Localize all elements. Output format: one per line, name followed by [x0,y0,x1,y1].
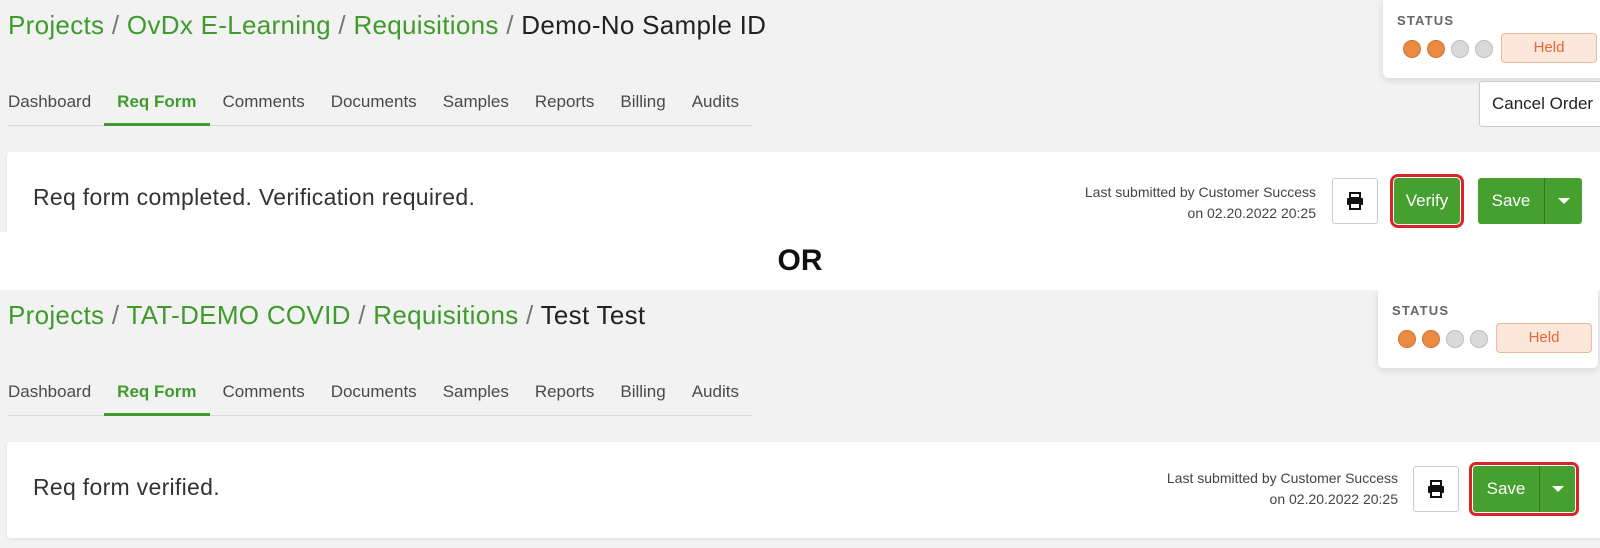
breadcrumb: Projects / OvDx E-Learning / Requisition… [8,10,766,41]
screenshot-top-panel: Projects / OvDx E-Learning / Requisition… [0,0,1600,232]
status-label: STATUS [1397,13,1455,28]
status-dot-done [1427,40,1445,58]
breadcrumb-requisitions-link[interactable]: Requisitions [373,300,518,330]
save-button[interactable]: Save [1473,466,1539,512]
status-card: STATUS Held [1378,290,1598,368]
tab-comments[interactable]: Comments [210,370,318,415]
breadcrumb-project-link[interactable]: TAT-DEMO COVID [126,300,350,330]
tab-samples[interactable]: Samples [430,370,522,415]
caret-down-icon [1551,486,1564,492]
tab-audits[interactable]: Audits [679,370,752,415]
req-form-status-message: Req form completed. Verification require… [33,184,476,210]
save-options-dropdown[interactable] [1539,466,1575,512]
save-button[interactable]: Save [1478,178,1544,224]
status-label: STATUS [1392,303,1450,318]
breadcrumb-separator: / [338,10,354,40]
status-card: STATUS Held [1383,0,1600,78]
save-button-group: Save [1469,462,1579,516]
breadcrumb-current: Test Test [540,300,646,330]
status-dot-done [1403,40,1421,58]
last-submitted-date: on 02.20.2022 20:25 [1269,491,1398,507]
status-dot-pending [1475,40,1493,58]
breadcrumb-separator: / [526,300,541,330]
breadcrumb-project-link[interactable]: OvDx E-Learning [127,10,331,40]
req-form-card: Req form verified. Last submitted by Cus… [7,442,1600,538]
status-badge: Held [1501,33,1597,63]
tab-bar: Dashboard Req Form Comments Documents Sa… [8,370,752,416]
tab-reports[interactable]: Reports [522,80,608,125]
breadcrumb-separator: / [506,10,522,40]
breadcrumb-separator: / [358,300,374,330]
breadcrumb-separator: / [111,10,127,40]
print-button[interactable] [1332,178,1378,224]
breadcrumb-requisitions-link[interactable]: Requisitions [353,10,498,40]
last-submitted-info: Last submitted by Customer Success on 02… [1167,468,1398,510]
or-divider-label: OR [777,244,823,277]
last-submitted-date: on 02.20.2022 20:25 [1187,205,1316,221]
breadcrumb-current: Demo-No Sample ID [521,10,767,40]
cancel-order-button[interactable]: Cancel Order [1479,81,1600,127]
status-progress [1398,330,1488,348]
tab-req-form[interactable]: Req Form [104,370,210,416]
breadcrumb-projects-link[interactable]: Projects [8,300,104,330]
last-submitted-by: Last submitted by Customer Success [1166,470,1398,486]
tab-req-form[interactable]: Req Form [104,80,210,126]
breadcrumb: Projects / TAT-DEMO COVID / Requisitions… [8,300,645,331]
tab-reports[interactable]: Reports [522,370,608,415]
printer-icon [1347,192,1363,210]
req-form-status-message: Req form verified. [33,474,220,500]
last-submitted-info: Last submitted by Customer Success on 02… [1085,182,1316,224]
status-dot-pending [1446,330,1464,348]
verify-button[interactable]: Verify [1390,174,1464,228]
req-form-card: Req form completed. Verification require… [7,152,1600,232]
tab-billing[interactable]: Billing [607,370,678,415]
print-button[interactable] [1413,466,1459,512]
screenshot-bottom-panel: Projects / TAT-DEMO COVID / Requisitions… [0,290,1600,548]
status-progress [1403,40,1493,58]
status-dot-pending [1451,40,1469,58]
breadcrumb-separator: / [111,300,127,330]
tab-bar: Dashboard Req Form Comments Documents Sa… [8,80,752,126]
status-dot-done [1398,330,1416,348]
status-badge: Held [1496,323,1592,353]
breadcrumb-projects-link[interactable]: Projects [8,10,104,40]
caret-down-icon [1557,198,1570,204]
tab-comments[interactable]: Comments [210,80,318,125]
tab-dashboard[interactable]: Dashboard [8,80,104,125]
tab-documents[interactable]: Documents [318,370,430,415]
save-options-dropdown[interactable] [1544,178,1582,224]
status-dot-done [1422,330,1440,348]
tab-audits[interactable]: Audits [679,80,752,125]
tab-samples[interactable]: Samples [430,80,522,125]
tab-billing[interactable]: Billing [607,80,678,125]
tab-dashboard[interactable]: Dashboard [8,370,104,415]
status-dot-pending [1470,330,1488,348]
tab-documents[interactable]: Documents [318,80,430,125]
last-submitted-by: Last submitted by Customer Success [1084,184,1316,200]
printer-icon [1428,480,1444,498]
